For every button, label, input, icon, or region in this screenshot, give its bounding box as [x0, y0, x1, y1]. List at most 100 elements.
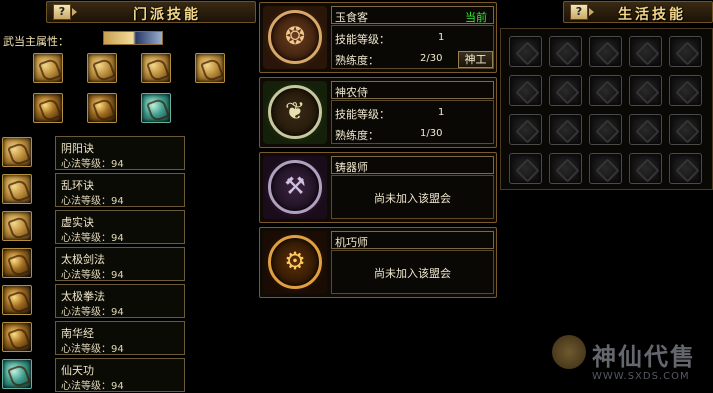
method-info: 虚实诀 心法等级：94: [55, 210, 185, 244]
herbalist-emblem-icon: ❦: [263, 81, 327, 144]
method-level: 心法等级：94: [61, 233, 124, 244]
proficiency-value: 1/30: [420, 128, 443, 139]
life-skill-slot[interactable]: [629, 36, 662, 67]
life-skill-slot[interactable]: [629, 153, 662, 184]
sect-skill-icon[interactable]: [195, 53, 225, 83]
method-name: 太极拳法: [61, 290, 105, 303]
method-info: 太极拳法 心法等级：94: [55, 284, 185, 318]
method-level: 心法等级：94: [61, 270, 124, 281]
method-row-yinyang[interactable]: 阴阳诀 心法等级：94: [2, 136, 185, 170]
help-button[interactable]: ?: [570, 4, 594, 20]
method-level: 心法等级：94: [61, 196, 124, 207]
life-skill-slot[interactable]: [589, 153, 622, 184]
profession-name: 铸器师: [335, 161, 368, 174]
menpai-skills-header: ? 门派技能: [46, 1, 256, 23]
life-skill-slot[interactable]: [669, 153, 702, 184]
cook-emblem-icon: ❂: [263, 6, 327, 69]
method-name: 太极剑法: [61, 253, 105, 266]
profession-name-bar: 铸器师: [331, 156, 494, 174]
sect-skill-icon[interactable]: [33, 93, 63, 123]
method-name: 阴阳诀: [61, 142, 94, 155]
method-row-taiji-sword[interactable]: 太极剑法 心法等级：94: [2, 247, 185, 281]
method-name: 乱环诀: [61, 179, 94, 192]
life-skill-slot[interactable]: [549, 75, 582, 106]
method-name: 南华经: [61, 327, 94, 340]
method-row-xiantian[interactable]: 仙天功 心法等级：94: [2, 358, 185, 392]
profession-name: 机巧师: [335, 236, 368, 249]
life-skill-slot[interactable]: [629, 114, 662, 145]
profession-info: 尚未加入该盟会: [331, 250, 494, 294]
life-skill-slot[interactable]: [549, 153, 582, 184]
method-info: 南华经 心法等级：94: [55, 321, 185, 355]
life-skills-grid: [500, 28, 713, 190]
profession-name: 玉食客: [335, 11, 368, 24]
method-icon: [2, 248, 32, 278]
godcraft-button[interactable]: 神工: [458, 51, 493, 68]
proficiency-value: 2/30: [420, 53, 443, 64]
help-button[interactable]: ?: [53, 4, 77, 20]
profession-card-herbalist[interactable]: ❦ 神农侍 技能等级： 1 熟练度： 1/30: [259, 77, 497, 148]
life-skill-slot[interactable]: [669, 114, 702, 145]
main-attribute-label: 武当主属性：: [3, 35, 69, 48]
method-info: 太极剑法 心法等级：94: [55, 247, 185, 281]
method-name: 虚实诀: [61, 216, 94, 229]
proficiency-label: 熟练度：: [335, 129, 379, 142]
skill-level-label: 技能等级：: [335, 33, 390, 46]
method-row-luanhuan[interactable]: 乱环诀 心法等级：94: [2, 173, 185, 207]
method-icon: [2, 174, 32, 204]
smith-emblem-icon: ⚒: [263, 156, 327, 219]
mechanic-emblem-icon: ⚙: [263, 231, 327, 294]
life-skill-slot[interactable]: [589, 75, 622, 106]
life-skill-slot[interactable]: [509, 114, 542, 145]
not-joined-message: 尚未加入该盟会: [374, 192, 451, 205]
sect-skill-icon[interactable]: [141, 53, 171, 83]
watermark: 神仙代售 WWW.SXDS.COM: [552, 335, 712, 390]
method-level: 心法等级：94: [61, 159, 124, 170]
life-skill-slot[interactable]: [509, 36, 542, 67]
method-row-nanhua[interactable]: 南华经 心法等级：94: [2, 321, 185, 355]
method-level: 心法等级：94: [61, 381, 124, 392]
sect-skill-icon[interactable]: [87, 93, 117, 123]
method-info: 乱环诀 心法等级：94: [55, 173, 185, 207]
life-skill-slot[interactable]: [549, 36, 582, 67]
life-skill-slot[interactable]: [509, 75, 542, 106]
profession-name-bar: 神农侍: [331, 81, 494, 99]
life-skill-slot[interactable]: [509, 153, 542, 184]
method-info: 阴阳诀 心法等级：94: [55, 136, 185, 170]
profession-card-cook[interactable]: ❂ 玉食客 当前 技能等级： 1 熟练度： 2/30 神工: [259, 2, 497, 73]
method-icon: [2, 285, 32, 315]
method-icon: [2, 137, 32, 167]
current-profession-badge: 当前: [465, 11, 487, 24]
life-skill-slot[interactable]: [589, 114, 622, 145]
method-info: 仙天功 心法等级：94: [55, 358, 185, 392]
life-skill-slot[interactable]: [669, 36, 702, 67]
life-skill-slot[interactable]: [589, 36, 622, 67]
life-skill-slot[interactable]: [549, 114, 582, 145]
sect-skill-icon[interactable]: [33, 53, 63, 83]
method-row-xushi[interactable]: 虚实诀 心法等级：94: [2, 210, 185, 244]
sect-skill-icon[interactable]: [141, 93, 171, 123]
proficiency-label: 熟练度：: [335, 54, 379, 67]
menpai-skills-title: 门派技能: [133, 7, 201, 23]
profession-card-mechanic[interactable]: ⚙ 机巧师 尚未加入该盟会: [259, 227, 497, 298]
profession-card-smith[interactable]: ⚒ 铸器师 尚未加入该盟会: [259, 152, 497, 223]
life-skill-slot[interactable]: [629, 75, 662, 106]
skill-level-value: 1: [438, 107, 445, 118]
method-name: 仙天功: [61, 364, 94, 377]
profession-info: 尚未加入该盟会: [331, 175, 494, 219]
method-level: 心法等级：94: [61, 307, 124, 318]
skill-level-value: 1: [438, 32, 445, 43]
profession-info: 技能等级： 1 熟练度： 2/30 神工: [331, 25, 494, 69]
not-joined-message: 尚未加入该盟会: [374, 267, 451, 280]
main-attribute-indicator: [103, 31, 163, 45]
method-level: 心法等级：94: [61, 344, 124, 355]
method-icon: [2, 322, 32, 352]
profession-name-bar: 机巧师: [331, 231, 494, 249]
sect-skill-icon[interactable]: [87, 53, 117, 83]
watermark-url: WWW.SXDS.COM: [592, 371, 690, 382]
method-row-taiji-fist[interactable]: 太极拳法 心法等级：94: [2, 284, 185, 318]
life-skill-slot[interactable]: [669, 75, 702, 106]
watermark-brand: 神仙代售: [592, 343, 696, 371]
watermark-logo-icon: [552, 335, 586, 369]
skill-level-label: 技能等级：: [335, 108, 390, 121]
